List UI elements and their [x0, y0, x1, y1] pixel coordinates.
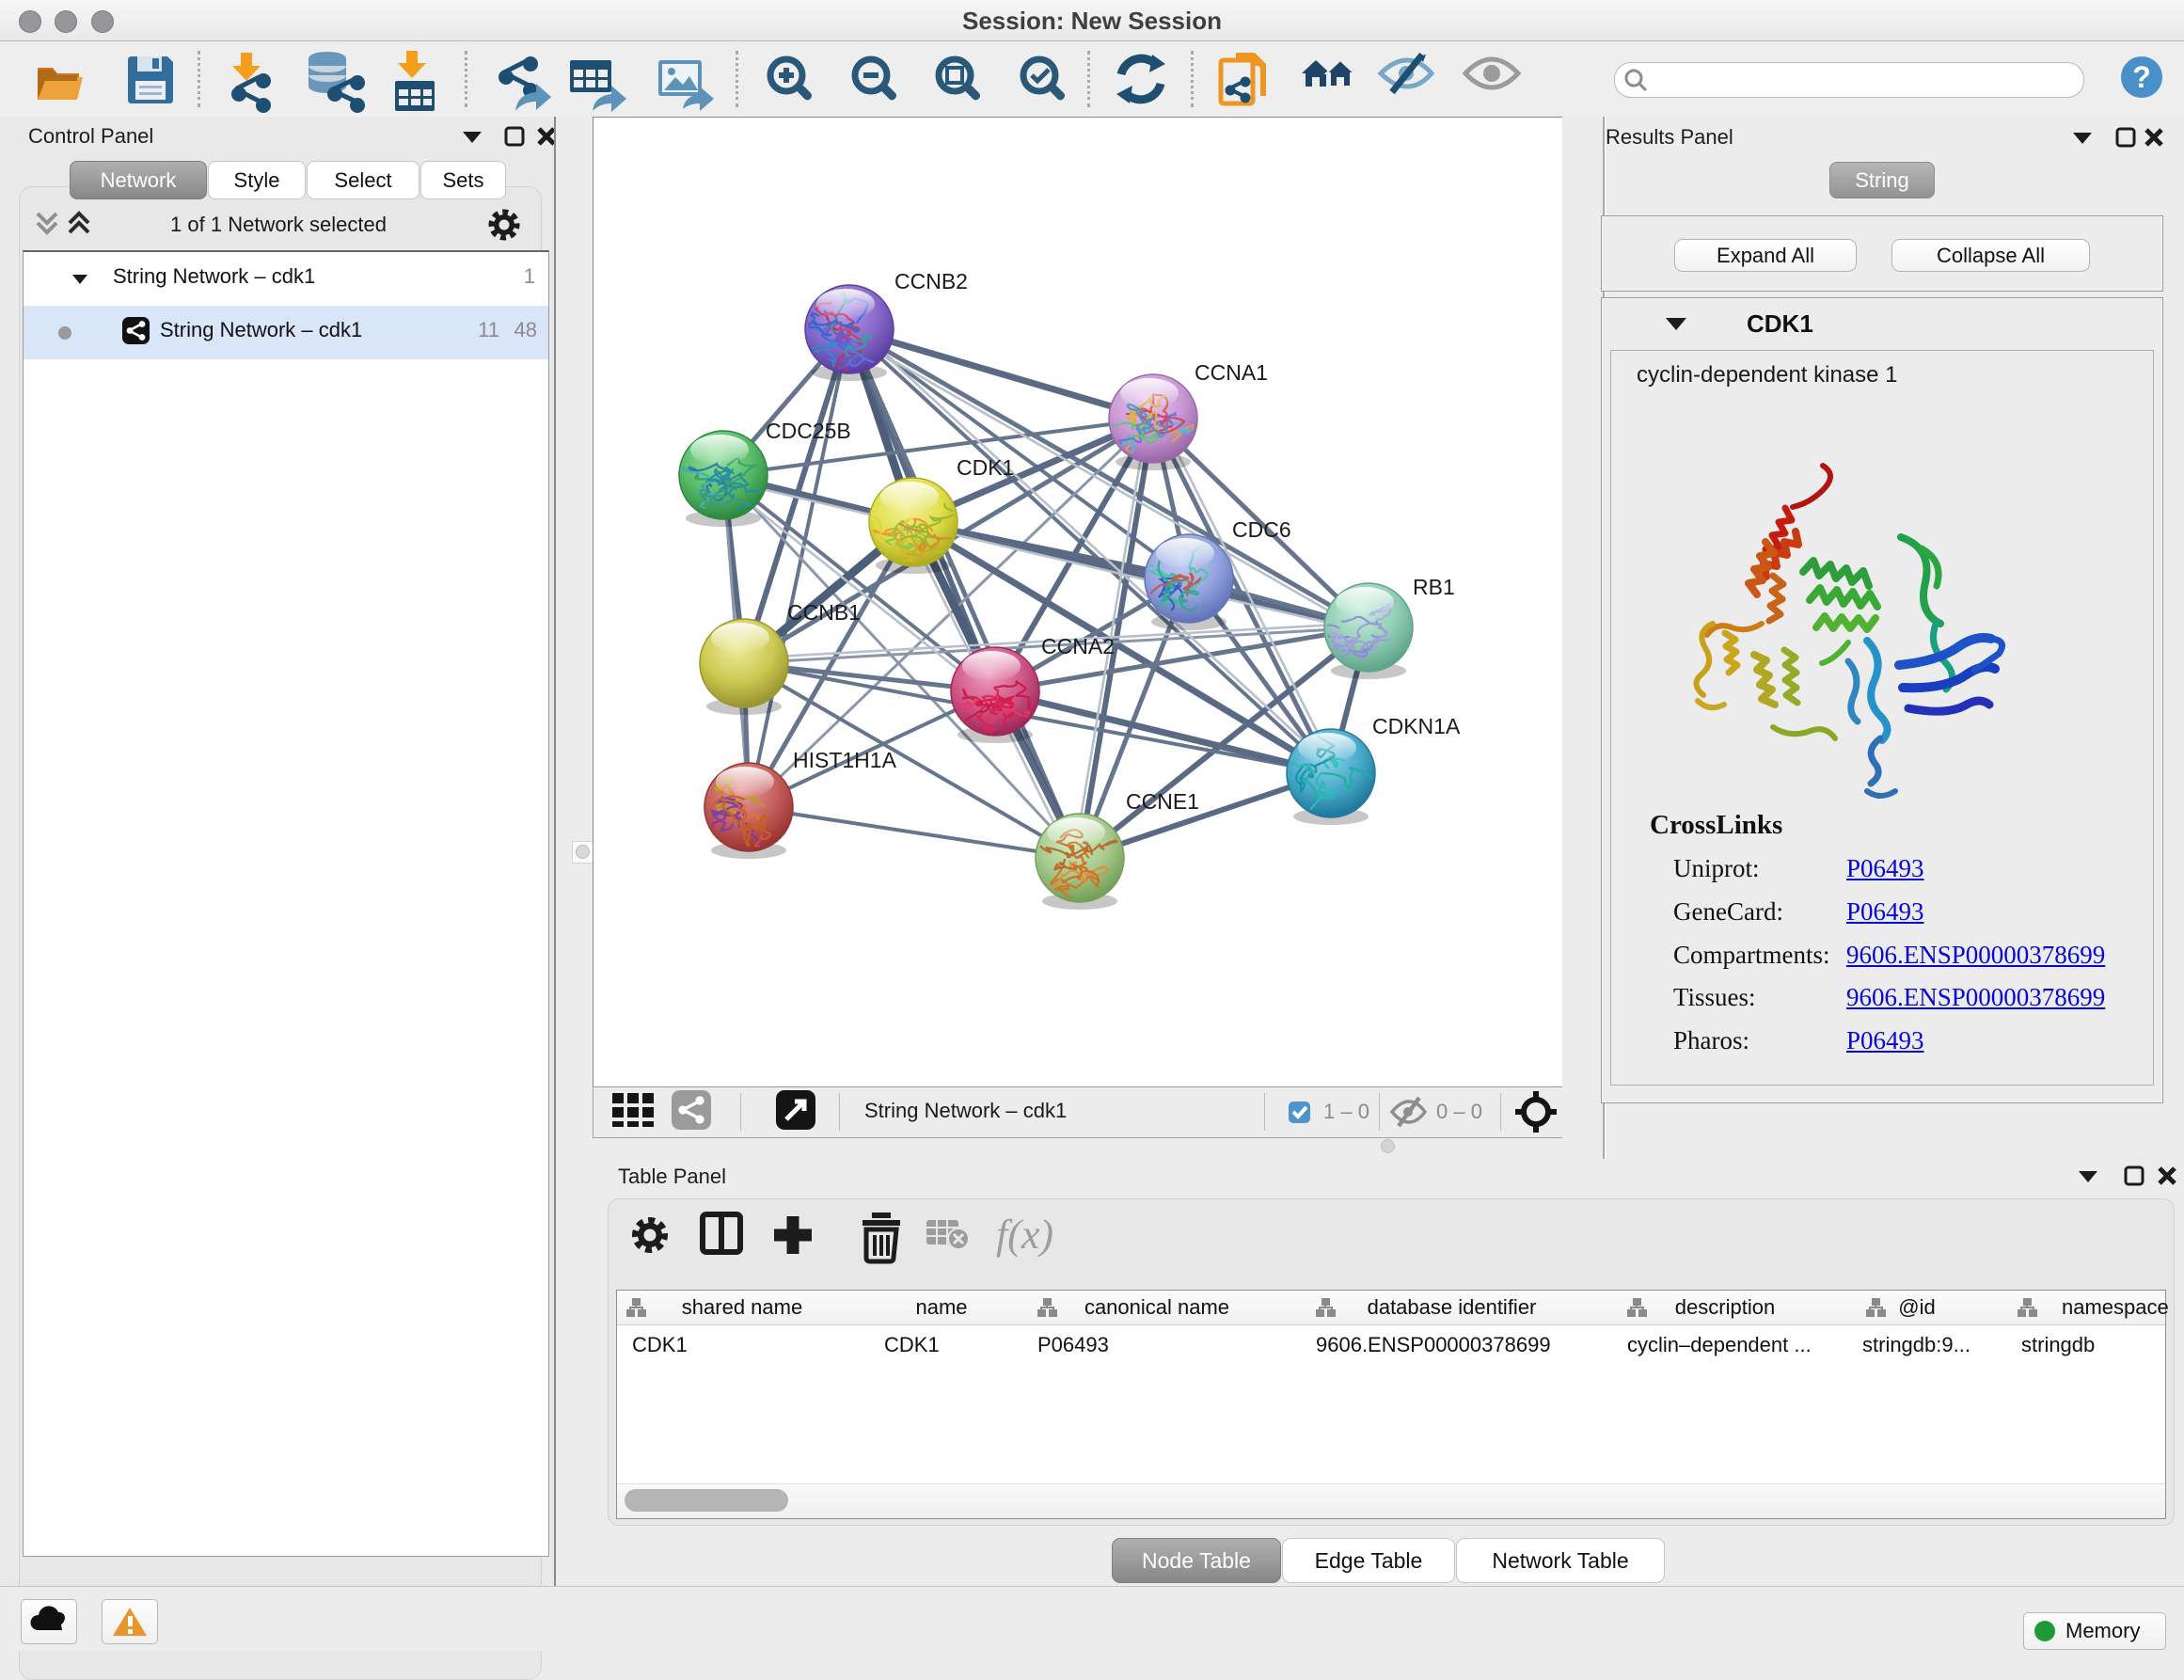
svg-text:?: ?	[2132, 60, 2151, 94]
svg-text:RB1: RB1	[1413, 575, 1455, 599]
svg-text:HIST1H1A: HIST1H1A	[793, 748, 897, 772]
svg-text:CCNE1: CCNE1	[1126, 789, 1199, 814]
svg-text:CCNA1: CCNA1	[1195, 360, 1268, 385]
svg-text:f(x): f(x)	[996, 1212, 1053, 1258]
svg-text:CDC6: CDC6	[1232, 517, 1291, 542]
svg-text:CDKN1A: CDKN1A	[1372, 714, 1461, 738]
svg-text:CCNB2: CCNB2	[894, 269, 968, 293]
svg-text:CCNB1: CCNB1	[787, 600, 861, 625]
svg-text:CDC25B: CDC25B	[766, 419, 851, 443]
svg-text:CCNA2: CCNA2	[1041, 634, 1115, 658]
svg-text:CDK1: CDK1	[957, 455, 1014, 480]
